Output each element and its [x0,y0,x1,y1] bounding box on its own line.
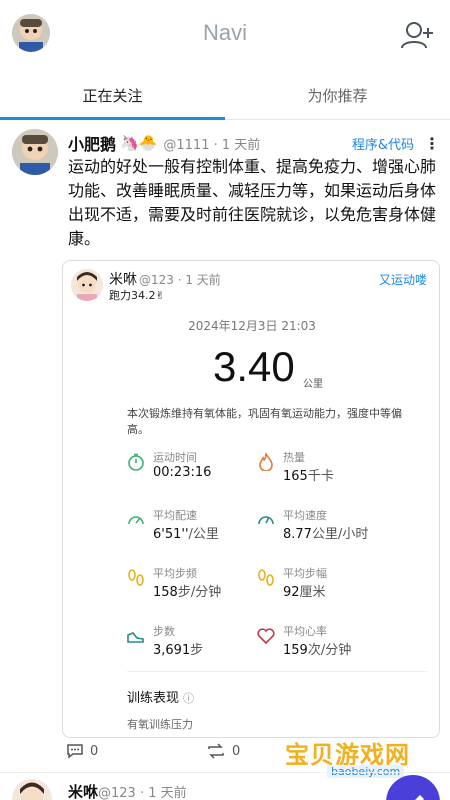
quoted-workout-card[interactable]: 米咻 @123 · 1 天前 跑力34.2✌ 又运动喽 2024年12月3日 21… [62,260,440,738]
metric-steps: 步数 3,691步 [127,623,267,663]
comment-count: 0 [90,743,99,759]
app-screen: Navi 正在关注 为你推荐 小肥鹅 🦄🐣 @1111 · 1 天前 程序&代码 [0,0,450,800]
metric-value: 00:23:16 [153,465,212,480]
card-handle-time: @123 · 1 天前 [139,273,221,287]
flame-icon [259,453,273,471]
metric-avg-pace: 平均配速 6'51''/公里 [127,507,267,547]
repost-icon [208,743,224,759]
next-post-author: 米咻@123 · 1 天前 [68,783,187,800]
post-header: 小肥鹅 🦄🐣 @1111 · 1 天前 程序&代码 ⋮ [68,131,440,155]
metric-avg-cadence: 平均步频 158步/分钟 [127,565,267,605]
comment-button[interactable]: 0 [66,743,98,759]
tab-recommended[interactable]: 为你推荐 [225,72,450,119]
metric-avg-heart-rate: 平均心率 159次/分钟 [257,623,397,663]
card-author-line: 米咻 @123 · 1 天前 [109,269,221,289]
workout-summary: 本次锻炼维持有氧体能，巩固有氧运动能力，强度中等偏高。 [127,407,402,436]
post-author-avatar[interactable] [12,129,58,175]
next-post-handle-time: @123 · 1 天前 [98,786,187,800]
repost-count: 0 [232,743,241,759]
footprints-icon [258,569,274,586]
metric-duration: 运动时间 00:23:16 [127,449,267,489]
stopwatch-icon [128,453,144,471]
tab-following[interactable]: 正在关注 [0,72,225,120]
metric-label: 平均步幅 [283,567,327,580]
compose-button[interactable] [386,775,440,800]
repost-button[interactable]: 0 [206,743,240,759]
more-options-icon[interactable]: ⋮ [424,134,440,153]
metric-value: 8.77公里/小时 [283,527,369,542]
metric-value: 3,691步 [153,643,204,658]
gauge-icon [128,516,144,525]
aerobic-training-load: 有氧训练压力 [127,718,193,731]
card-author-avatar[interactable] [71,269,103,301]
post-author-name[interactable]: 小肥鹅 [68,131,116,155]
metric-calories: 热量 165千卡 [257,449,397,489]
post-text: 运动的好处一般有控制体重、提高免疫力、增强心肺功能、改善睡眠质量、减轻压力等，如… [68,157,437,248]
metric-label: 平均心率 [283,625,327,638]
metric-value: 92厘米 [283,585,326,600]
card-author-name[interactable]: 米咻 [109,272,137,288]
metric-label: 平均配速 [153,509,197,522]
training-performance-title: 训练表现 ⓘ [127,691,195,706]
metric-avg-speed: 平均速度 8.77公里/小时 [257,507,397,547]
metric-value: 6'51''/公里 [153,527,219,542]
next-post-avatar[interactable] [12,779,52,800]
card-divider [127,671,427,672]
workout-distance: 3.40 [213,343,295,390]
author-emoji-badges: 🦄🐣 [120,134,158,152]
speedometer-icon [258,516,274,525]
metric-value: 165千卡 [283,469,334,484]
metric-avg-stride: 平均步幅 92厘米 [257,565,397,605]
info-icon[interactable]: ⓘ [183,692,194,705]
workout-datetime: 2024年12月3日 21:03 [188,319,316,333]
shoe-icon [127,632,144,643]
top-bar: Navi [0,0,450,70]
post-topic-tag[interactable]: 程序&代码 [352,134,414,153]
metric-label: 运动时间 [153,451,197,464]
heart-icon [257,628,275,645]
metric-label: 平均步频 [153,567,197,580]
next-post-preview[interactable]: 米咻@123 · 1 天前 [0,772,450,800]
card-author-subtitle: 跑力34.2✌ [109,289,165,302]
distance-unit: 公里 [303,379,323,390]
card-topic-tag[interactable]: 又运动喽 [379,271,427,288]
page-title: Navi [202,20,247,45]
metric-label: 步数 [153,625,175,638]
add-user-icon[interactable] [400,20,434,50]
post-handle-time: @1111 · 1 天前 [163,137,261,153]
metric-label: 平均速度 [283,509,327,522]
feed-tabs: 正在关注 为你推荐 [0,72,450,120]
pen-icon [415,795,424,800]
metric-value: 158步/分钟 [153,585,222,600]
comment-icon [67,744,83,759]
footprints-icon [128,569,144,586]
metric-value: 159次/分钟 [283,643,352,658]
metric-label: 热量 [283,451,305,464]
